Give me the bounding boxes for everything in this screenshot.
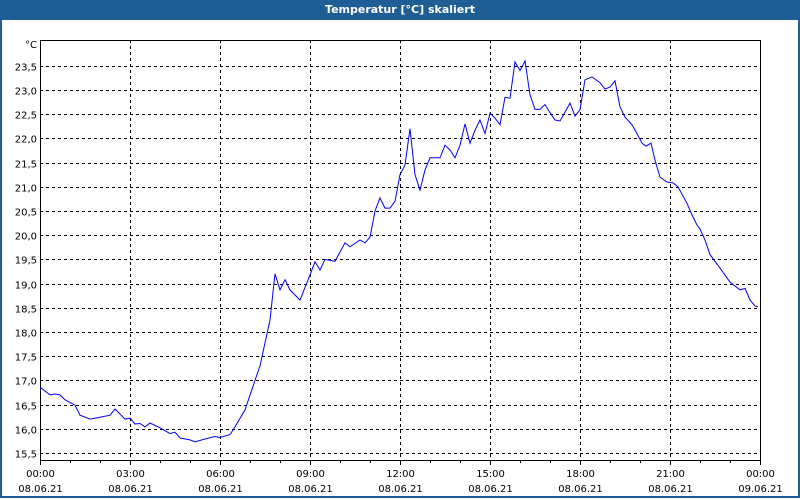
x-tick-time: 00:00 <box>26 469 55 480</box>
y-tick-label: 15,5 <box>15 450 37 461</box>
y-tick-label: 22,5 <box>15 111 37 122</box>
x-tick-time: 03:00 <box>116 469 145 480</box>
x-tick-date: 08.06.21 <box>18 484 63 495</box>
x-tick-time: 18:00 <box>566 469 595 480</box>
y-tick-label: 20,5 <box>15 208 37 219</box>
y-tick-label: 21,5 <box>15 160 37 171</box>
y-tick-label: 19,0 <box>15 281 37 292</box>
y-tick-label: 22,0 <box>15 135 37 146</box>
grid <box>40 40 760 460</box>
y-tick-label: 16,5 <box>15 402 37 413</box>
x-tick-date: 08.06.21 <box>198 484 243 495</box>
x-tick-time: 06:00 <box>206 469 235 480</box>
axes: 15,5 16,0 16,5 17,0 17,5 18,0 18,5 19,0 19,5 20,0… <box>15 40 783 495</box>
temperature-chart: 15,5 16,0 16,5 17,0 17,5 18,0 18,5 19,0 19,5 20,0… <box>15 40 783 495</box>
series <box>39 59 759 443</box>
x-tick-date: 08.06.21 <box>108 484 153 495</box>
y-tick-label: 19,5 <box>15 256 37 267</box>
y-tick-label: 20,0 <box>15 232 37 243</box>
y-tick-label: 23,5 <box>15 63 37 74</box>
x-tick-time: 21:00 <box>656 469 685 480</box>
x-tick-date: 08.06.21 <box>648 484 693 495</box>
x-tick-date: 08.06.21 <box>378 484 423 495</box>
x-tick-date: 09.06.21 <box>738 484 783 495</box>
x-tick-date: 08.06.21 <box>558 484 603 495</box>
x-tick-time: 09:00 <box>296 469 325 480</box>
x-tick-time: 00:00 <box>746 469 775 480</box>
temperature-line <box>39 59 759 443</box>
x-tick-time: 12:00 <box>386 469 415 480</box>
x-tick-date: 08.06.21 <box>468 484 513 495</box>
x-tick-date: 08.06.21 <box>288 484 333 495</box>
y-tick-label: 23,0 <box>15 87 37 98</box>
y-tick-label: 18,0 <box>15 329 37 340</box>
y-tick-label: 16,0 <box>15 426 37 437</box>
x-tick-time: 15:00 <box>476 469 505 480</box>
y-tick-label: 18,5 <box>15 305 37 316</box>
y-axis-unit: °C <box>25 40 37 51</box>
y-tick-label: 17,5 <box>15 353 37 364</box>
y-tick-label: 17,0 <box>15 377 37 388</box>
y-tick-label: 21,0 <box>15 184 37 195</box>
